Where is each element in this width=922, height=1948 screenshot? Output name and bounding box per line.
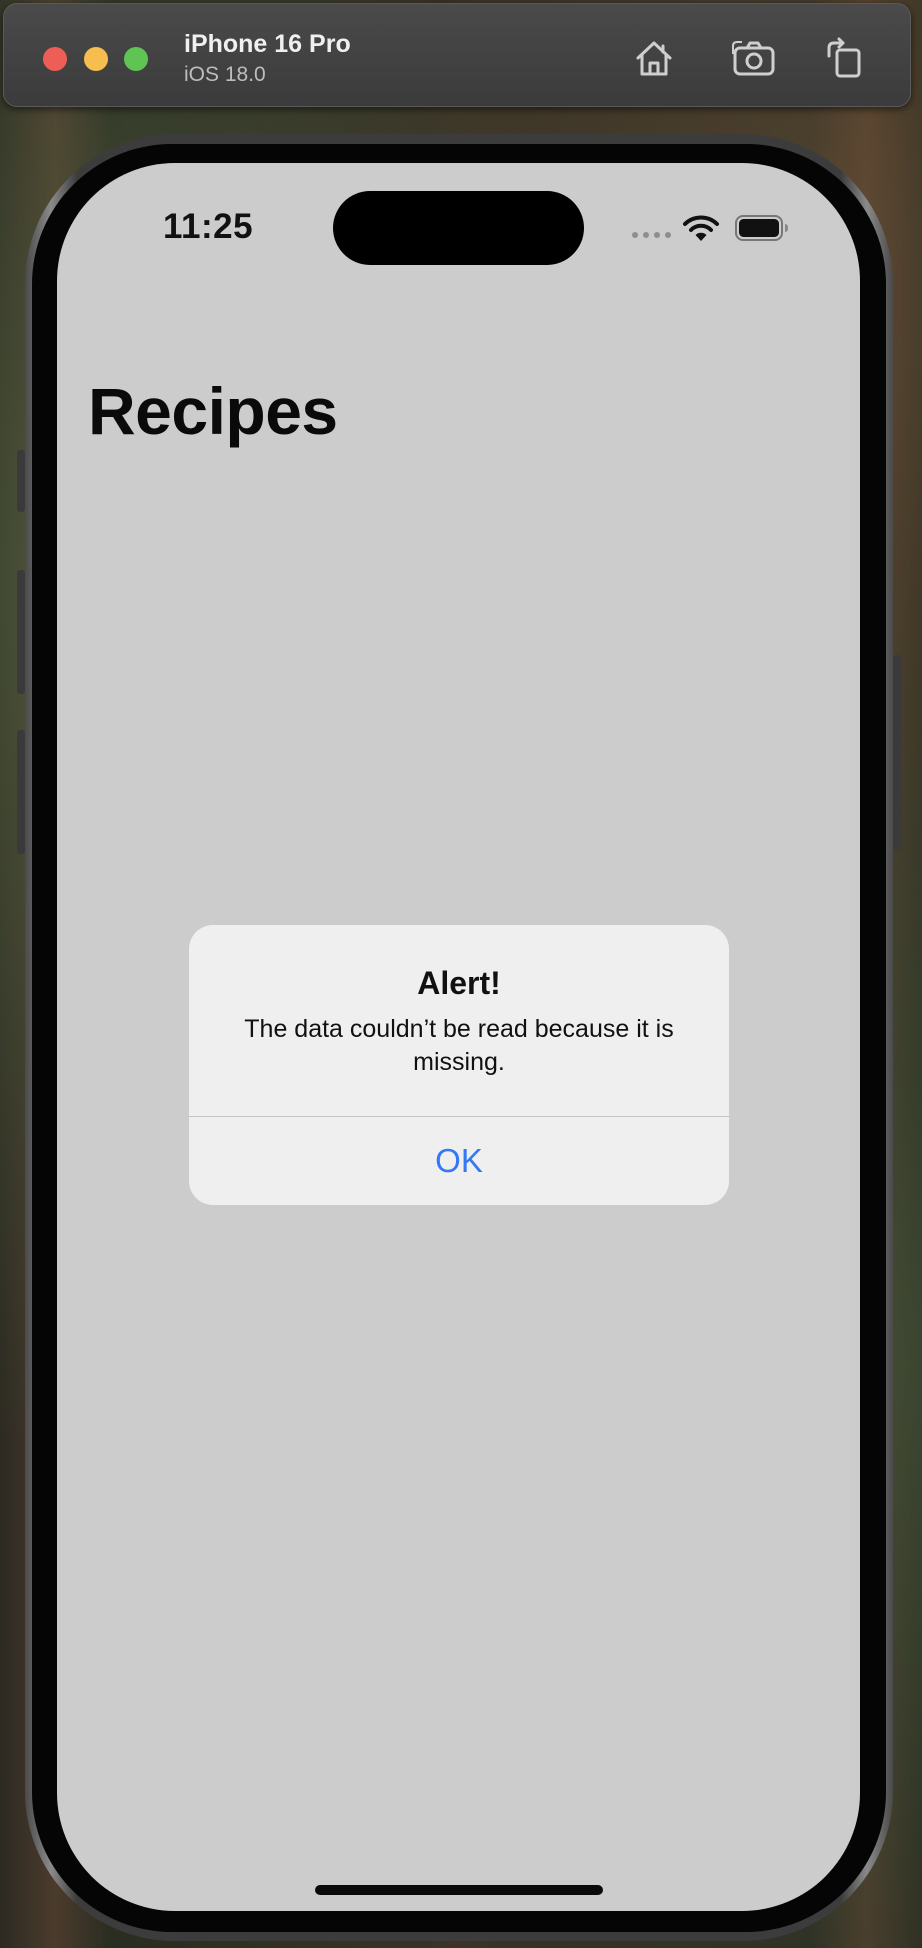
power-button[interactable]: [893, 655, 901, 850]
zoom-window-button[interactable]: [124, 47, 148, 71]
alert-message: The data couldn’t be read because it is …: [244, 1015, 674, 1076]
home-icon: [636, 41, 672, 76]
simulator-title-bar: iPhone 16 Pro iOS 18.0: [3, 3, 911, 107]
status-bar-time: 11:25: [163, 207, 254, 246]
wifi-icon: [683, 215, 719, 241]
minimize-window-button[interactable]: [84, 47, 108, 71]
action-button[interactable]: [17, 450, 25, 512]
close-window-button[interactable]: [43, 47, 67, 71]
cellular-signal-icon: [632, 232, 671, 238]
battery-icon: [735, 215, 788, 241]
rotate-icon: [827, 37, 861, 78]
device-os-version: iOS 18.0: [184, 63, 266, 86]
screenshot-icon: [732, 41, 775, 76]
device-name: iPhone 16 Pro: [184, 30, 351, 58]
rotate-button[interactable]: [821, 34, 869, 82]
dynamic-island: [333, 191, 584, 265]
page-title: Recipes: [88, 374, 338, 448]
volume-down-button[interactable]: [17, 730, 25, 854]
alert-title: Alert!: [417, 965, 501, 1001]
ok-button[interactable]: OK: [189, 1117, 729, 1205]
screenshot-button[interactable]: [730, 34, 778, 82]
home-indicator[interactable]: [315, 1885, 603, 1895]
volume-up-button[interactable]: [17, 570, 25, 694]
home-button[interactable]: [630, 34, 678, 82]
phone-screen: 11:25 Recipes Alert! The data couldn’t b…: [57, 163, 860, 1911]
alert-dialog: Alert! The data couldn’t be read because…: [189, 925, 729, 1205]
